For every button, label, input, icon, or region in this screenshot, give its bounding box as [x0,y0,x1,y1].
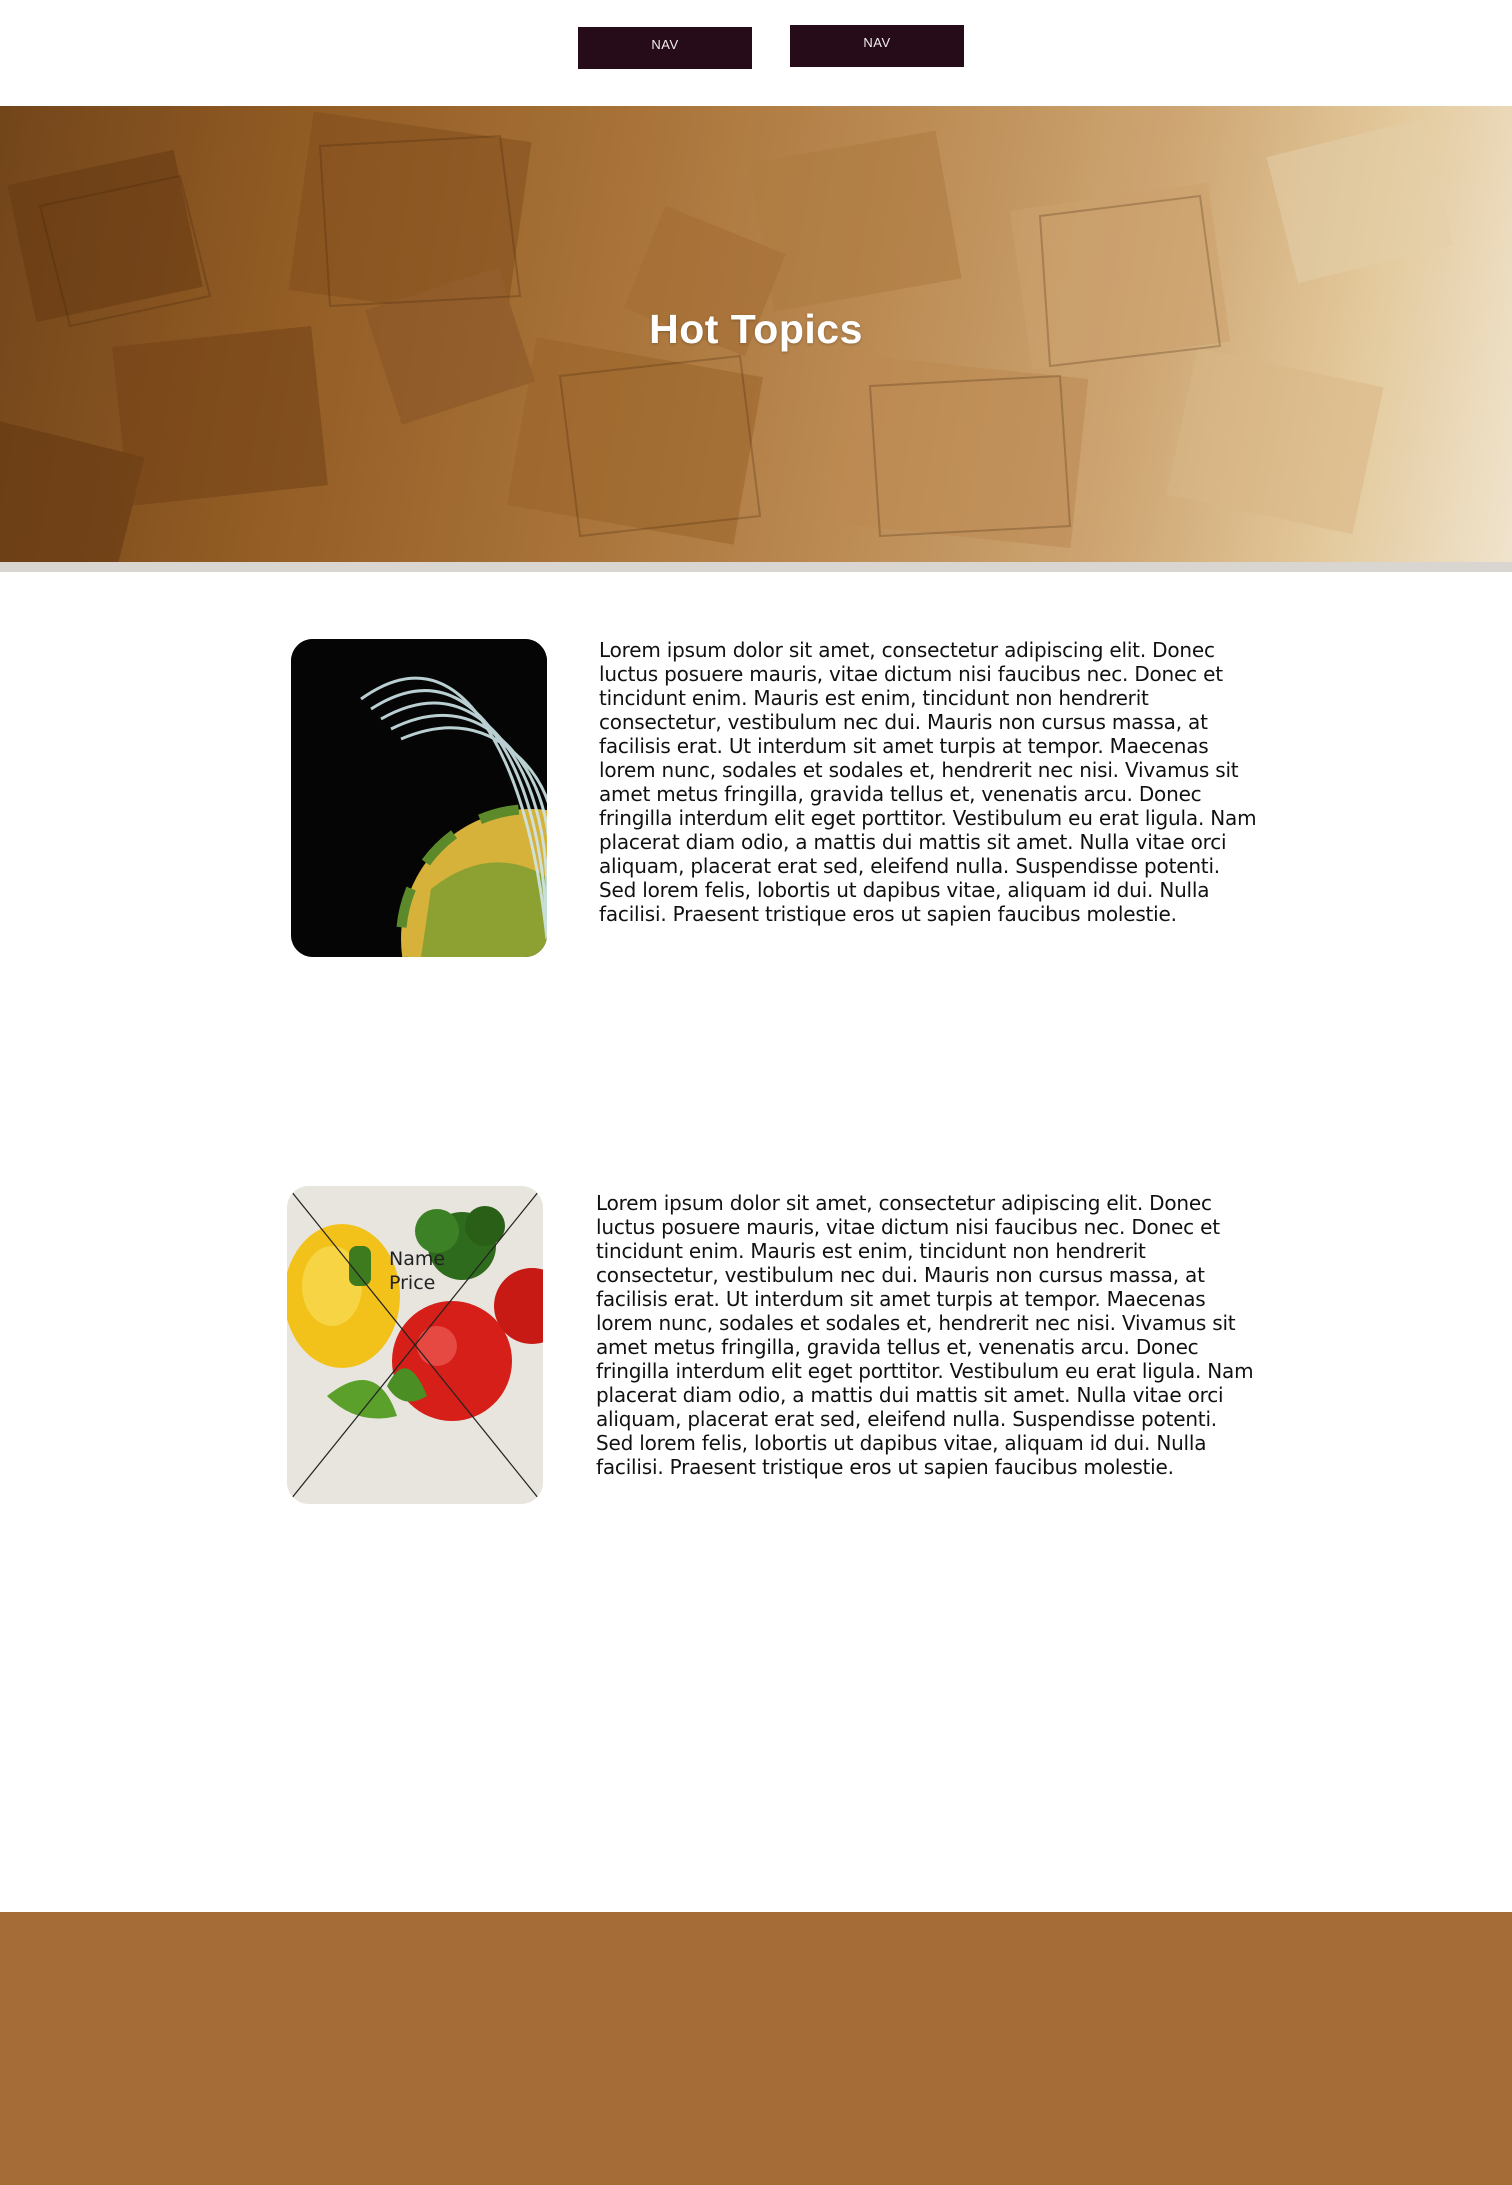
footer [0,1912,1512,2185]
vegetables-image [287,1186,543,1504]
article-1-text: Lorem ipsum dolor sit amet, consectetur … [599,638,1257,926]
hero-title: Hot Topics [649,306,863,352]
product-price-label: Price [389,1272,436,1294]
article-2-text: Lorem ipsum dolor sit amet, consectetur … [596,1191,1254,1479]
globe-orbit-image [291,639,547,957]
nav-button-1[interactable]: NAV [578,27,752,69]
nav-button-2[interactable]: NAV [790,25,964,67]
hero-divider [0,562,1512,572]
product-name-label: Name [389,1248,446,1270]
hero-banner: Hot Topics [0,106,1512,562]
